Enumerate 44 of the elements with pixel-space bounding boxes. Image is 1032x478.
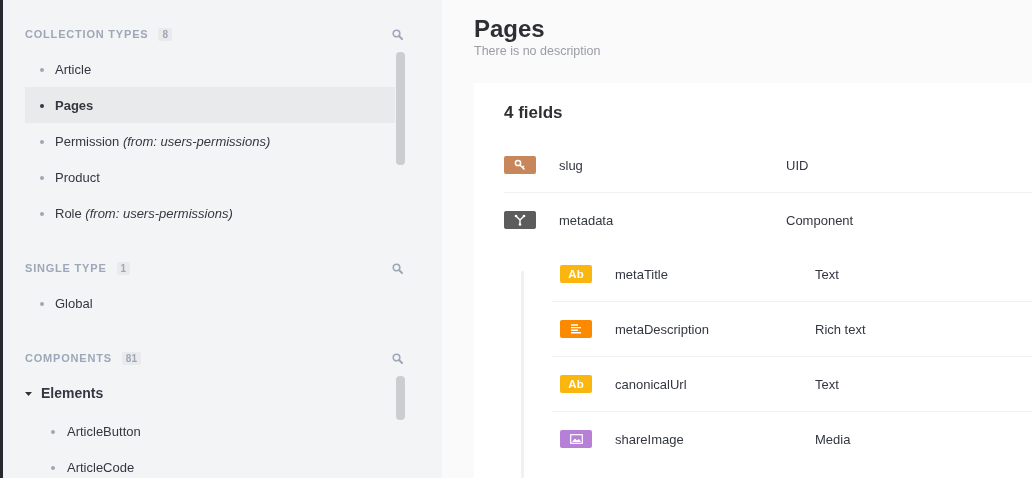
- field-row[interactable]: Ab metaTitle Text: [552, 247, 1032, 301]
- field-row[interactable]: metadata Component: [504, 192, 1032, 247]
- field-type: Rich text: [815, 321, 866, 337]
- sidebar-item[interactable]: Product: [25, 159, 395, 195]
- search-icon[interactable]: [392, 28, 403, 40]
- count-badge: 1: [116, 261, 131, 275]
- field-name: metaTitle: [615, 266, 669, 282]
- field-type-icon: Ab: [560, 375, 592, 393]
- page-title: Pages: [474, 14, 546, 44]
- section-title: COLLECTION TYPES: [25, 28, 149, 40]
- search-icon[interactable]: [392, 352, 403, 364]
- field-name: slug: [559, 157, 584, 173]
- field-row[interactable]: shareImage Media: [552, 411, 1032, 466]
- field-type: UID: [786, 157, 809, 173]
- section-title: SINGLE TYPE: [25, 262, 107, 274]
- sidebar-item[interactable]: ArticleCode: [25, 449, 407, 478]
- search-icon[interactable]: [392, 262, 403, 274]
- page-description: There is no description: [474, 44, 602, 58]
- caret-icon: [25, 389, 32, 397]
- field-name: canonicalUrl: [615, 376, 688, 392]
- field-type: Text: [815, 266, 839, 282]
- field-name: metadata: [559, 212, 615, 228]
- field-row[interactable]: slug UID: [504, 138, 1032, 192]
- field-type: Text: [815, 376, 839, 392]
- sidebar-item[interactable]: Permission (from: users-permissions): [25, 123, 395, 159]
- sidebar-item[interactable]: Article: [25, 51, 395, 87]
- field-type: Media: [815, 431, 851, 447]
- sidebar-item[interactable]: Pages: [25, 87, 395, 123]
- count-badge: 8: [158, 27, 172, 41]
- sidebar-item[interactable]: ArticleButton: [25, 413, 407, 449]
- scrollbar[interactable]: [396, 376, 405, 420]
- field-row[interactable]: metaDescription Rich text: [552, 301, 1032, 356]
- field-name: shareImage: [615, 431, 685, 447]
- sidebar-item[interactable]: Role (from: users-permissions): [25, 195, 395, 231]
- sidebar-item[interactable]: Global: [25, 285, 395, 321]
- field-type: Component: [786, 212, 854, 228]
- fields-heading: 4 fields: [504, 103, 564, 124]
- group-toggle[interactable]: Elements: [25, 375, 365, 411]
- scrollbar[interactable]: [396, 52, 405, 165]
- field-type-icon: Ab: [560, 265, 592, 283]
- section-title: COMPONENTS: [25, 352, 112, 364]
- count-badge: 81: [121, 351, 141, 365]
- field-name: metaDescription: [615, 321, 710, 337]
- field-row[interactable]: Ab canonicalUrl Text: [552, 356, 1032, 411]
